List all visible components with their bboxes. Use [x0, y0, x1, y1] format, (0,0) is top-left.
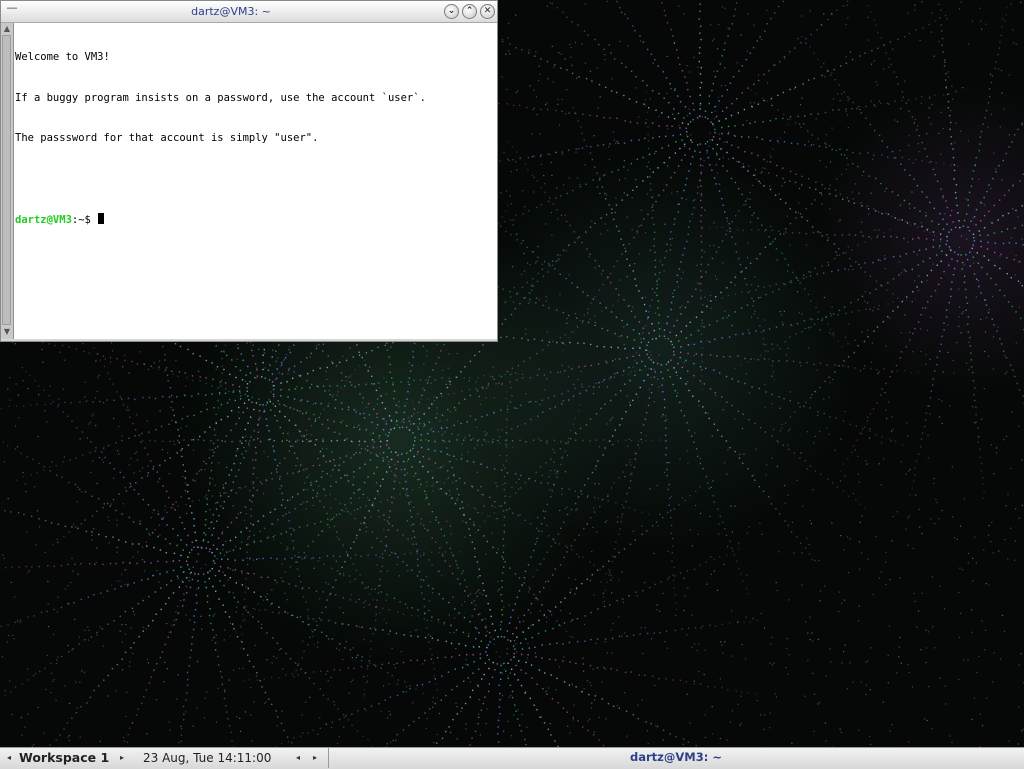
workspace-label[interactable]: Workspace 1 [19, 750, 109, 766]
terminal-output: Welcome to VM3! If a buggy program insis… [15, 24, 426, 254]
scroll-up-arrow-icon[interactable]: ▲ [2, 24, 12, 34]
text-cursor [98, 213, 104, 224]
workspace-next-arrow-icon[interactable]: ▸ [120, 751, 124, 765]
clock: 23 Aug, Tue 14:11:00 [143, 750, 271, 766]
workspace-prev-arrow-icon[interactable]: ◂ [7, 751, 11, 765]
prompt-user-host: dartz@VM3 [15, 214, 72, 226]
terminal-line: The passsword for that account is simply… [15, 132, 426, 146]
minimize-button[interactable]: ⌄ [444, 4, 459, 19]
terminal-content[interactable]: Welcome to VM3! If a buggy program insis… [14, 23, 497, 339]
scrollbar-thumb[interactable] [2, 35, 11, 325]
task-next-arrow-icon[interactable]: ▸ [313, 751, 317, 765]
terminal-line: Welcome to VM3! [15, 51, 426, 65]
maximize-button[interactable]: ⌃ [462, 4, 477, 19]
window-title: dartz@VM3: ~ [1, 1, 461, 22]
prompt-path: :~$ [72, 214, 97, 226]
desktop[interactable]: — dartz@VM3: ~ ⌄ ⌃ ✕ ▲ ▼ Welcome to VM3!… [0, 0, 1024, 748]
task-list: dartz@VM3: ~ [328, 748, 1023, 768]
taskbar: ◂ Workspace 1 ▸ 23 Aug, Tue 14:11:00 ◂ ▸… [0, 747, 1024, 769]
close-button[interactable]: ✕ [480, 4, 495, 19]
scroll-down-arrow-icon[interactable]: ▼ [2, 327, 12, 337]
terminal-titlebar[interactable]: — dartz@VM3: ~ ⌄ ⌃ ✕ [1, 1, 497, 23]
task-prev-arrow-icon[interactable]: ◂ [296, 751, 300, 765]
terminal-window[interactable]: — dartz@VM3: ~ ⌄ ⌃ ✕ ▲ ▼ Welcome to VM3!… [0, 0, 498, 342]
terminal-line [15, 173, 426, 187]
terminal-prompt-line[interactable]: dartz@VM3:~$ [15, 213, 426, 227]
terminal-line: If a buggy program insists on a password… [15, 92, 426, 106]
task-button-terminal[interactable]: dartz@VM3: ~ [329, 748, 1023, 768]
terminal-scrollbar[interactable]: ▲ ▼ [1, 23, 14, 339]
